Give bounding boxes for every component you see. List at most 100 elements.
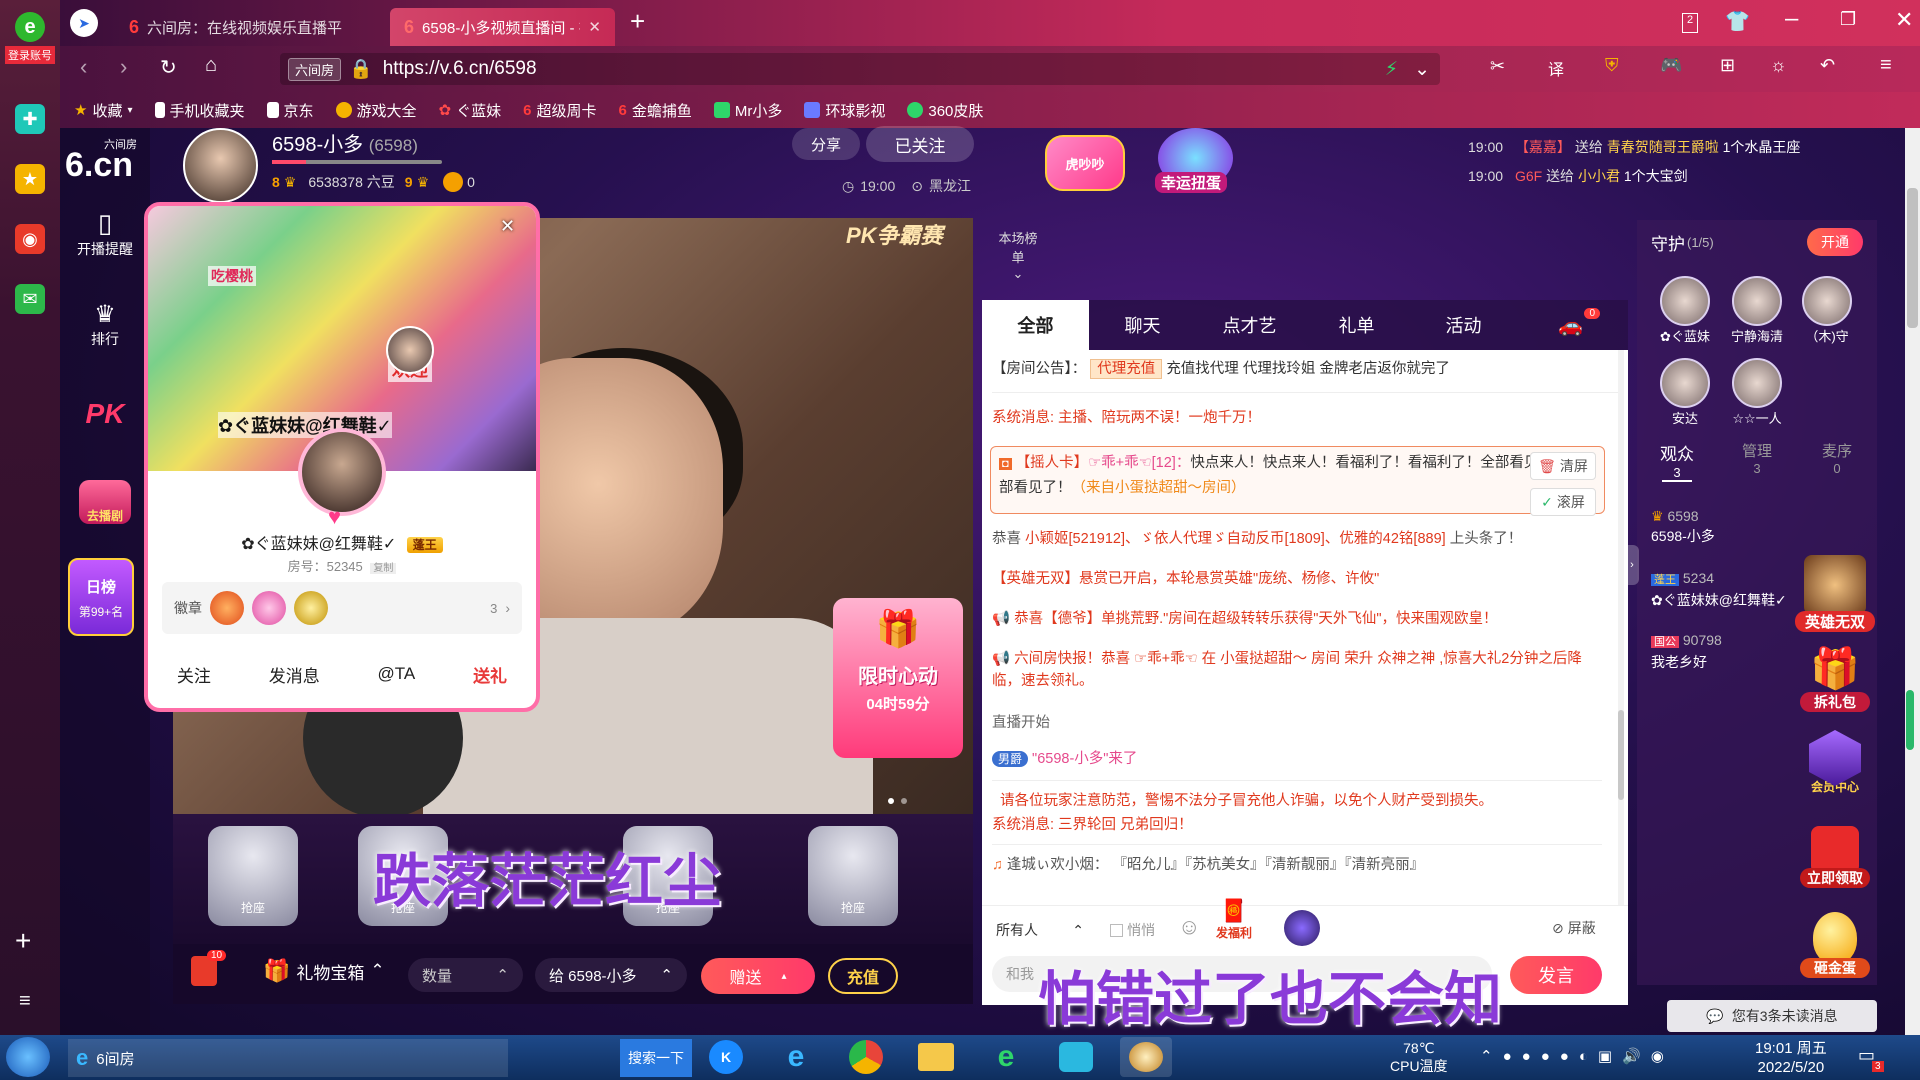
back-icon[interactable]: ‹ — [80, 54, 87, 80]
login-label[interactable]: 登录账号 — [5, 46, 55, 64]
promo-claim[interactable]: 立即领取 — [1800, 826, 1870, 888]
emoji-icon[interactable]: ☺ — [1178, 914, 1200, 940]
send-gift-button[interactable]: 赠送 ▴ — [701, 958, 815, 994]
bookmark-item[interactable]: 6 金蟾捕鱼 — [619, 100, 692, 121]
collapse-right-panel[interactable]: › — [1625, 545, 1639, 585]
translate-icon[interactable]: 译 — [1548, 56, 1564, 80]
page-scroll-thumb[interactable] — [1907, 188, 1918, 328]
page-scrollbar[interactable] — [1905, 128, 1920, 1035]
daily-rank-badge[interactable]: 日榜 第99+名 — [68, 558, 134, 636]
viewer-row-2[interactable]: 蓬王 5234 ✿ぐ蓝妹妹@红舞鞋✓ — [1651, 568, 1787, 610]
guard-avatar-2[interactable]: 宁静海清 — [1725, 276, 1789, 345]
search-button[interactable]: 搜索一下 — [620, 1039, 692, 1077]
scissors-icon[interactable]: ✂ — [1490, 56, 1505, 77]
url-box[interactable]: 六间房 🔒 https://v.6.cn/6598 ⚡ ⌄ — [280, 53, 1440, 85]
start-icon[interactable] — [6, 1037, 50, 1077]
recipient-select[interactable]: 给 6598-小多 ⌃ — [535, 958, 687, 992]
bookmark-item[interactable]: 6 超级周卡 — [523, 100, 596, 121]
url-text[interactable]: https://v.6.cn/6598 — [383, 58, 537, 80]
quantity-select[interactable]: 数量 ⌃ — [408, 958, 523, 992]
flash-promo[interactable]: 🎁 限时心动 04时59分 — [833, 598, 963, 758]
close-window-icon[interactable]: ✕ — [1895, 7, 1913, 33]
whisper-checkbox[interactable]: 悄悄 — [1110, 920, 1155, 940]
tab-6598-room[interactable]: 6 6598-小多视频直播间 - 在线 ✕ — [390, 8, 615, 46]
viewer-row-1[interactable]: ♛ 6598 6598-小多 — [1651, 506, 1715, 546]
recharge-button[interactable]: 充值 — [828, 958, 898, 994]
promo-golden-egg[interactable]: 砸金蛋 — [1800, 912, 1870, 978]
skill-icon[interactable] — [1284, 910, 1320, 946]
taskbar-player-icon[interactable] — [1050, 1037, 1102, 1077]
tab-activity[interactable]: 活动 — [1410, 300, 1517, 350]
copy-button[interactable]: 复制 — [370, 563, 397, 574]
qq-icon[interactable]: ● — [1503, 1048, 1512, 1065]
home-icon[interactable]: ⌂ — [205, 54, 217, 77]
seat-4[interactable]: 抢座 — [808, 826, 898, 926]
chat-scroll-thumb[interactable] — [1618, 710, 1624, 800]
lightning-icon[interactable]: ⚡ — [1385, 58, 1398, 81]
refresh-icon[interactable]: ↻ — [160, 55, 177, 80]
nav-pk[interactable]: PK — [60, 398, 150, 430]
tray-app-icon[interactable]: ● — [1560, 1048, 1569, 1065]
shield-icon[interactable]: ⛨ — [1605, 55, 1619, 76]
theme-icon[interactable]: ☼ — [1770, 55, 1787, 76]
sidebar-mail[interactable]: ✉ — [15, 284, 45, 314]
undo-icon[interactable]: ↶ — [1820, 55, 1835, 76]
bookmark-item[interactable]: 手机收藏夹 — [154, 100, 245, 121]
tray-up-icon[interactable]: ⌃ — [1480, 1047, 1493, 1065]
bookmark-item[interactable]: ✿ ぐ蓝妹 — [439, 100, 502, 121]
cpu-temp[interactable]: 78℃ CPU温度 — [1390, 1039, 1448, 1075]
share-button[interactable]: 分享 — [792, 128, 860, 160]
taskbar-ie-icon[interactable]: e — [770, 1037, 822, 1077]
tab-talent[interactable]: 点才艺 — [1196, 300, 1303, 350]
host-avatar[interactable] — [183, 128, 258, 203]
guard-avatar-1[interactable]: ✿ぐ蓝妹 — [1655, 276, 1715, 345]
block-button[interactable]: ⊘ 屏蔽 — [1552, 918, 1596, 938]
target-select[interactable]: 所有人 ⌃ — [990, 916, 1090, 944]
followed-button[interactable]: 已关注 — [866, 126, 974, 162]
promo-unpack-gift[interactable]: 🎁 拆礼包 — [1800, 645, 1870, 712]
taskbar-360-icon[interactable]: e — [980, 1037, 1032, 1077]
carousel-dot[interactable] — [888, 798, 894, 804]
network-icon[interactable]: ▣ — [1598, 1047, 1612, 1065]
skin-icon[interactable]: 👕 — [1725, 9, 1750, 34]
qq-icon[interactable]: ● — [1541, 1048, 1550, 1065]
lucky-egg-label[interactable]: 幸运扭蛋 — [1155, 172, 1228, 193]
bookmark-favorites[interactable]: ★ 收藏 ▾ — [74, 100, 133, 121]
message-button[interactable]: 发消息 — [269, 662, 320, 687]
seat-1[interactable]: 抢座 — [208, 826, 298, 926]
scroll-screen-button[interactable]: ✓ 滚屏 — [1530, 488, 1596, 516]
game-icon[interactable]: 🎮 — [1660, 55, 1682, 76]
chevron-down-icon[interactable]: ⌄ — [1414, 58, 1430, 81]
gift-treasure-button[interactable]: 🎁 礼物宝箱 ⌃ — [263, 958, 385, 984]
send-gift-popup-button[interactable]: 送礼 — [473, 662, 507, 687]
tab-admin[interactable]: 管理 3 — [1717, 440, 1797, 490]
bookmark-item[interactable]: 环球影视 — [804, 100, 885, 121]
site-logo[interactable]: 六间房 6.cn — [65, 136, 145, 185]
tab-audience[interactable]: 观众 3 — [1637, 440, 1717, 490]
clear-screen-button[interactable]: 🗑 清屏 — [1530, 452, 1596, 480]
tab-count-badge[interactable]: 2 — [1682, 13, 1698, 33]
bookmark-item[interactable]: 京东 — [266, 100, 314, 121]
forward-icon[interactable]: › — [120, 54, 127, 80]
tab-chat[interactable]: 聊天 — [1089, 300, 1196, 350]
taskbar-window[interactable]: e 6间房 — [68, 1039, 508, 1077]
guard-avatar-4[interactable]: 安达 — [1655, 358, 1715, 427]
guard-avatar-3[interactable]: （木)守 — [1797, 276, 1857, 345]
tab-car[interactable]: 🚗 0 — [1517, 300, 1624, 350]
carousel-dot[interactable] — [901, 798, 907, 804]
bookmark-item[interactable]: Mr小多 — [713, 100, 782, 121]
browser-logo[interactable]: e 登录账号 — [5, 12, 55, 64]
tray-app-icon[interactable]: ◐ — [1579, 1048, 1588, 1065]
nav-ranking[interactable]: ♛ 排行 — [60, 300, 150, 349]
guard-avatar-5[interactable]: ☆☆一人 — [1725, 358, 1789, 427]
taskbar-chrome-icon[interactable] — [840, 1037, 892, 1077]
ime-icon[interactable]: ◉ — [1651, 1047, 1664, 1065]
clock[interactable]: 19:01 周五 2022/5/20 — [1755, 1039, 1827, 1077]
profile-avatar[interactable] — [298, 428, 386, 516]
viewer-row-3[interactable]: 国公 90798 我老乡好 — [1651, 630, 1722, 672]
chat-body[interactable]: 【房间公告】： 代理充值 充值找代理 代理找玲姐 金牌老店返你就完了 系统消息:… — [982, 350, 1628, 905]
navigate-icon[interactable]: ➤ — [70, 9, 98, 37]
welfare-button[interactable]: 🧧 发福利 — [1216, 898, 1252, 941]
bookmark-item[interactable]: 游戏大全 — [335, 100, 417, 121]
tab-all[interactable]: 全部 — [982, 300, 1089, 350]
